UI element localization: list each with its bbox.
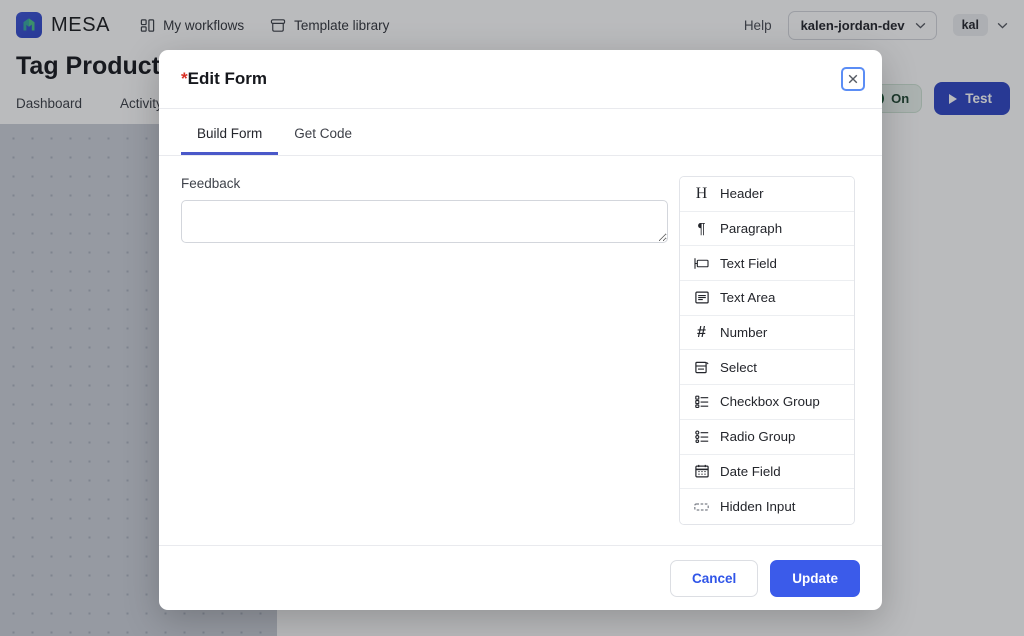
tab-get-code[interactable]: Get Code — [278, 126, 368, 155]
palette-item-label: Hidden Input — [720, 499, 796, 515]
palette-item-text-area[interactable]: Text Area — [680, 281, 854, 316]
calendar-icon — [693, 464, 710, 478]
cancel-button[interactable]: Cancel — [669, 559, 759, 597]
close-icon[interactable] — [841, 67, 865, 91]
modal-footer: Cancel Update — [159, 545, 882, 610]
palette-item-hidden-input[interactable]: Hidden Input — [680, 489, 854, 524]
palette-item-label: Radio Group — [720, 429, 796, 445]
palette-item-label: Text Area — [720, 290, 776, 306]
heading-icon: H — [695, 184, 708, 202]
palette-item-radio-group[interactable]: Radio Group — [680, 419, 854, 455]
radio-list-icon — [693, 430, 710, 444]
update-button[interactable]: Update — [770, 559, 860, 597]
tab-build-form[interactable]: Build Form — [181, 126, 279, 155]
modal-body: Feedback H Header ¶ Paragraph Text Field… — [159, 156, 882, 545]
checkbox-list-icon — [693, 395, 710, 409]
modal-title: *Edit Form — [181, 69, 267, 89]
form-preview-area[interactable]: Feedback — [181, 176, 670, 545]
text-area-icon — [693, 291, 710, 304]
field-type-palette: H Header ¶ Paragraph Text Field Text Are… — [679, 176, 855, 525]
text-field-icon — [693, 257, 710, 270]
modal-header: *Edit Form — [159, 50, 882, 109]
required-marker: * — [181, 69, 188, 88]
modal-tabs: Build Form Get Code — [159, 109, 882, 156]
palette-item-label: Text Field — [720, 255, 777, 271]
palette-item-select[interactable]: Select — [680, 350, 854, 386]
palette-item-label: Paragraph — [720, 221, 783, 237]
palette-item-date-field[interactable]: Date Field — [680, 454, 854, 490]
app-root: MESA My workflows Template library Help … — [0, 0, 1024, 636]
palette-item-paragraph[interactable]: ¶ Paragraph — [680, 211, 854, 247]
select-dropdown-icon — [693, 361, 710, 374]
palette-item-label: Checkbox Group — [720, 394, 820, 410]
palette-item-label: Header — [720, 186, 764, 202]
palette-item-header[interactable]: H Header — [680, 177, 854, 212]
field-label-feedback: Feedback — [181, 176, 241, 191]
number-hash-icon: # — [697, 323, 706, 341]
palette-item-checkbox-group[interactable]: Checkbox Group — [680, 385, 854, 420]
palette-item-text-field[interactable]: Text Field — [680, 246, 854, 282]
palette-item-label: Number — [720, 325, 768, 341]
palette-item-label: Select — [720, 359, 757, 375]
palette-item-label: Date Field — [720, 463, 781, 479]
paragraph-icon: ¶ — [697, 220, 706, 238]
edit-form-modal: *Edit Form Build Form Get Code Feedback … — [159, 50, 882, 610]
modal-title-text: Edit Form — [187, 69, 267, 88]
palette-item-number[interactable]: # Number — [680, 315, 854, 351]
feedback-textarea[interactable] — [181, 200, 668, 243]
hidden-input-icon — [693, 502, 710, 512]
